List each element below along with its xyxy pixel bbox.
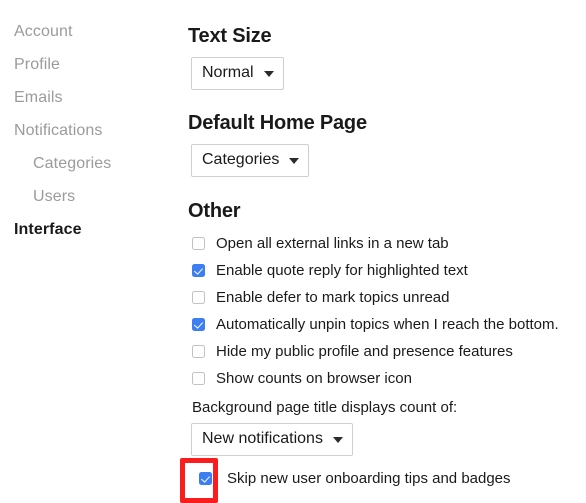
sidebar-item-account[interactable]: Account (0, 21, 175, 43)
checkbox-skip-onboarding[interactable] (199, 472, 212, 485)
checkbox-label-defer-unread: Enable defer to mark topics unread (216, 289, 450, 306)
sidebar-item-users[interactable]: Users (0, 186, 175, 208)
checkbox-defer-unread[interactable] (192, 291, 205, 304)
settings-page: Account Profile Emails Notifications Cat… (0, 0, 586, 503)
checkbox-row-hide-profile[interactable]: Hide my public profile and presence feat… (188, 338, 586, 365)
checkbox-label-external-links: Open all external links in a new tab (216, 235, 449, 252)
background-count-select[interactable]: New notifications (191, 423, 353, 456)
background-count-select-value: New notifications (202, 430, 323, 447)
checkbox-row-auto-unpin[interactable]: Automatically unpin topics when I reach … (188, 311, 586, 338)
chevron-down-icon (332, 437, 343, 443)
checkbox-row-defer-unread[interactable]: Enable defer to mark topics unread (188, 284, 586, 311)
default-home-page-select-value: Categories (202, 151, 280, 168)
checkbox-row-external-links[interactable]: Open all external links in a new tab (188, 230, 586, 257)
default-home-page-select[interactable]: Categories (191, 144, 310, 177)
checkbox-browser-counts[interactable] (192, 372, 205, 385)
checkbox-label-browser-counts: Show counts on browser icon (216, 370, 412, 387)
checkbox-quote-reply[interactable] (192, 264, 205, 277)
default-home-page-heading: Default Home Page (188, 112, 367, 134)
settings-sidebar: Account Profile Emails Notifications Cat… (0, 0, 175, 500)
checkbox-label-auto-unpin: Automatically unpin topics when I reach … (216, 316, 559, 333)
sidebar-item-interface[interactable]: Interface (0, 219, 175, 241)
sidebar-item-profile[interactable]: Profile (0, 54, 175, 76)
chevron-down-icon (263, 71, 274, 77)
text-size-select[interactable]: Normal (191, 57, 284, 90)
checkbox-hide-profile[interactable] (192, 345, 205, 358)
checkbox-label-skip-onboarding: Skip new user onboarding tips and badges (227, 470, 511, 487)
text-size-select-value: Normal (202, 64, 254, 81)
checkbox-label-hide-profile: Hide my public profile and presence feat… (216, 343, 513, 360)
checkbox-row-skip-onboarding[interactable]: Skip new user onboarding tips and badges (188, 465, 586, 492)
other-heading: Other (188, 200, 241, 222)
checkbox-external-links[interactable] (192, 237, 205, 250)
checkbox-auto-unpin[interactable] (192, 318, 205, 331)
checkbox-row-browser-counts[interactable]: Show counts on browser icon (188, 365, 586, 392)
text-size-heading: Text Size (188, 25, 272, 47)
chevron-down-icon (289, 158, 300, 164)
checkbox-row-quote-reply[interactable]: Enable quote reply for highlighted text (188, 257, 586, 284)
settings-content: Text Size Normal Default Home Page Categ… (188, 0, 586, 500)
sidebar-item-categories[interactable]: Categories (0, 153, 175, 175)
sidebar-item-emails[interactable]: Emails (0, 87, 175, 109)
sidebar-item-notifications[interactable]: Notifications (0, 120, 175, 142)
background-count-label: Background page title displays count of: (192, 399, 458, 416)
checkbox-label-quote-reply: Enable quote reply for highlighted text (216, 262, 468, 279)
